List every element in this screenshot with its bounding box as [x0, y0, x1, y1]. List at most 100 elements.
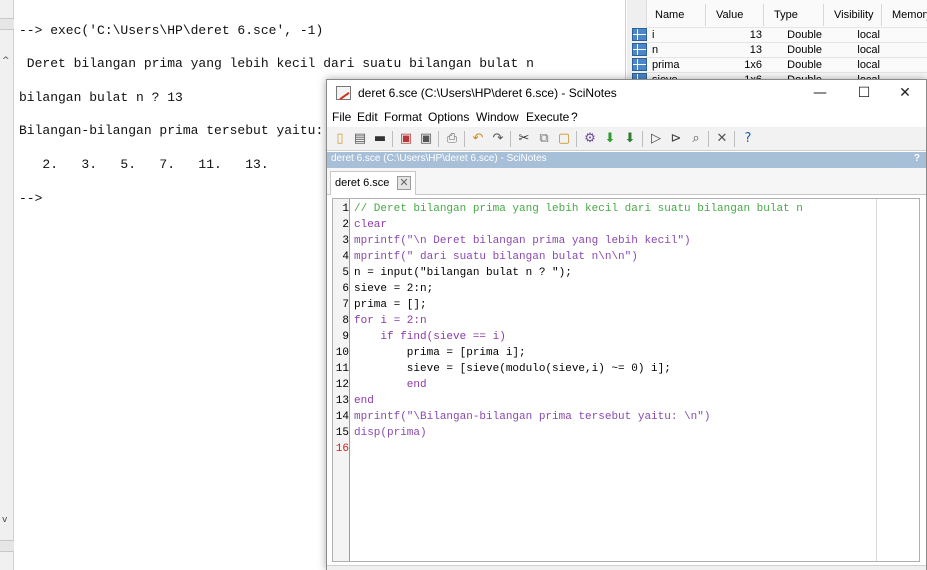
code-line: prima = [prima i];: [354, 347, 526, 359]
variable-visibility: local: [857, 29, 880, 41]
close-tab-icon[interactable]: ✕: [397, 176, 411, 190]
toolbar-separator: [576, 131, 577, 147]
tab-label: deret 6.sce: [335, 177, 390, 189]
code-line-comment: // Deret bilangan prima yang lebih kecil…: [354, 203, 803, 215]
toolbar-separator: [464, 131, 465, 147]
variable-name: n: [652, 44, 659, 56]
paste-icon[interactable]: ▢: [555, 130, 573, 148]
variable-type: Double: [787, 59, 822, 71]
menu-format[interactable]: Format: [384, 110, 422, 124]
variable-row[interactable]: prima 1x6 Double local 2: [632, 57, 927, 73]
menu-window[interactable]: Window: [476, 110, 519, 124]
column-header-memory[interactable]: Memory: [882, 4, 927, 26]
copy-icon[interactable]: ⧉: [535, 130, 553, 148]
column-header-type[interactable]: Type: [764, 4, 824, 26]
scroll-up-icon[interactable]: ^: [2, 56, 10, 66]
line-number: 10: [335, 347, 349, 359]
scroll-down-icon[interactable]: v: [2, 515, 7, 525]
toolbar-separator: [708, 131, 709, 147]
code-editor[interactable]: 1 2 3 4 5 6 7 8 9 10 11 12 13 14 15 16 /…: [332, 198, 920, 562]
menu-edit[interactable]: Edit: [357, 110, 378, 124]
preferences-icon[interactable]: ✕: [713, 130, 731, 148]
line-number: 15: [335, 427, 349, 439]
run-icon[interactable]: ▷: [647, 130, 665, 148]
line-number: 13: [335, 395, 349, 407]
toolbar-separator: [510, 131, 511, 147]
matrix-icon: [632, 58, 647, 71]
line-number: 4: [342, 251, 349, 263]
line-number: 9: [342, 331, 349, 343]
variable-row[interactable]: i 13 Double local 2: [632, 27, 927, 43]
console-exec-line: --> exec('C:\Users\HP\deret 6.sce', -1): [19, 23, 324, 38]
menu-options[interactable]: Options: [428, 110, 469, 124]
line-number: 12: [335, 379, 349, 391]
undo-icon[interactable]: ↶: [469, 130, 487, 148]
variable-row[interactable]: n 13 Double local 2: [632, 42, 927, 58]
strip-marker: [0, 18, 14, 30]
console-left-strip: ^ v: [0, 0, 14, 570]
variable-memory: 2: [882, 28, 927, 43]
line-number-current: 16: [335, 443, 349, 455]
variable-visibility: local: [857, 59, 880, 71]
toolbar-separator: [438, 131, 439, 147]
menu-execute[interactable]: Execute: [526, 110, 569, 124]
scinotes-app-icon: [336, 86, 351, 100]
execute-selection-icon[interactable]: ⬇: [621, 130, 639, 148]
execute-file-icon[interactable]: ⚙: [581, 130, 599, 148]
matrix-icon: [632, 43, 647, 56]
variable-memory: 2: [882, 43, 927, 58]
line-number: 7: [342, 299, 349, 311]
column-header-visibility[interactable]: Visibility: [824, 4, 882, 26]
open-file-icon[interactable]: ▤: [351, 130, 369, 148]
cut-icon[interactable]: ✂: [515, 130, 533, 148]
variable-type: Double: [787, 29, 822, 41]
variable-name: i: [652, 29, 655, 41]
tab-deret-6[interactable]: deret 6.sce ✕: [330, 171, 416, 195]
code-line: sieve = 2:n;: [354, 283, 434, 295]
variable-value: 13: [749, 29, 762, 41]
file-path: deret 6.sce (C:\Users\HP\deret 6.sce) - …: [331, 153, 547, 164]
strip-marker: [0, 540, 14, 552]
code-line: mprintf("\n Deret bilangan prima yang le…: [354, 235, 691, 247]
print-icon[interactable]: ⎙: [443, 130, 461, 148]
column-header-name[interactable]: Name: [647, 4, 706, 26]
save-icon[interactable]: ▣: [397, 130, 415, 148]
open-folder-icon[interactable]: ▬: [371, 130, 389, 148]
save-as-icon[interactable]: ▣: [417, 130, 435, 148]
variable-value: 1x6: [744, 59, 762, 71]
variable-name: prima: [652, 59, 680, 71]
column-header-value[interactable]: Value: [706, 4, 764, 26]
find-icon[interactable]: ⌕: [687, 130, 705, 148]
matrix-icon: [632, 28, 647, 41]
help-icon[interactable]: ?: [739, 130, 757, 148]
new-file-icon[interactable]: ▯: [331, 130, 349, 148]
code-line: end: [354, 379, 427, 391]
minimize-button[interactable]: —: [798, 80, 842, 107]
title-bar[interactable]: deret 6.sce (C:\Users\HP\deret 6.sce) - …: [327, 80, 926, 107]
help-icon[interactable]: ?: [914, 153, 920, 164]
code-line: mprintf(" dari suatu bilangan bulat n\n\…: [354, 251, 638, 263]
menu-help[interactable]: ?: [571, 110, 578, 124]
toolbar-separator: [734, 131, 735, 147]
variable-memory: 2: [882, 58, 927, 73]
tab-strip: deret 6.sce ✕: [327, 168, 926, 195]
toolbar-separator: [392, 131, 393, 147]
code-line: disp(prima): [354, 427, 427, 439]
run-with-echo-icon[interactable]: ⊳: [667, 130, 685, 148]
code-line: clear: [354, 219, 388, 231]
line-number: 6: [342, 283, 349, 295]
variable-browser-header: Name Value Type Visibility Memory: [647, 4, 927, 26]
file-path-bar: deret 6.sce (C:\Users\HP\deret 6.sce) - …: [327, 152, 926, 168]
maximize-button[interactable]: ☐: [842, 80, 886, 107]
toolbar: ▯ ▤ ▬ ▣ ▣ ⎙ ↶ ↷ ✂ ⧉ ▢ ⚙ ⬇ ⬇ ▷ ⊳ ⌕ ✕ ?: [327, 127, 926, 151]
variable-value: 13: [749, 44, 762, 56]
code-line: mprintf("\Bilangan-bilangan prima terseb…: [354, 411, 711, 423]
menu-file[interactable]: File: [332, 110, 351, 124]
code-line: for i = 2:n: [354, 315, 427, 327]
load-into-scilab-icon[interactable]: ⬇: [601, 130, 619, 148]
code-line: if find(sieve == i): [354, 331, 506, 343]
redo-icon[interactable]: ↷: [489, 130, 507, 148]
console-prompt[interactable]: -->: [19, 191, 42, 206]
editor-right-margin: [876, 199, 877, 561]
close-button[interactable]: ✕: [883, 80, 927, 107]
